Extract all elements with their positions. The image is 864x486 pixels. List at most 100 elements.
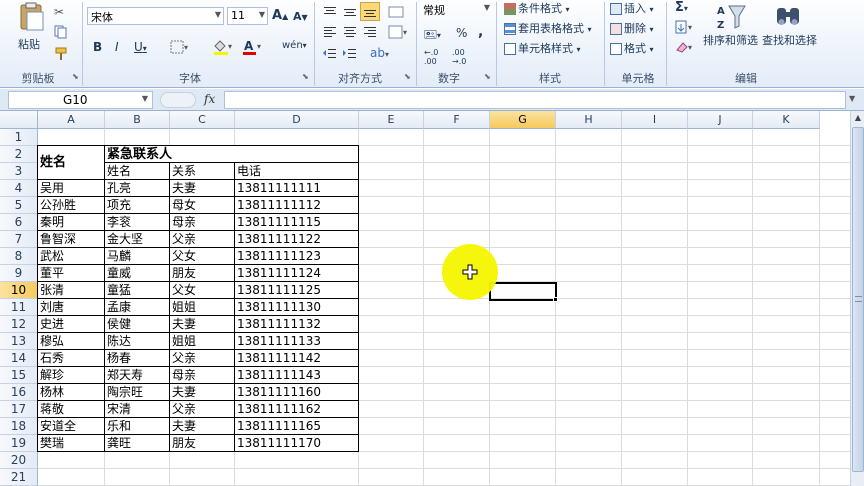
cell-b10[interactable]: 童猛 <box>105 282 169 299</box>
row-header-17[interactable]: 17 <box>0 401 38 418</box>
cell-b12[interactable]: 侯健 <box>105 316 169 333</box>
cell-d18[interactable]: 13811111165 <box>235 418 358 435</box>
align-center-icon[interactable] <box>342 25 358 39</box>
cell-a12[interactable]: 史进 <box>38 316 104 333</box>
cell-d17[interactable]: 13811111162 <box>235 401 358 418</box>
column-header-g[interactable]: G <box>490 111 556 129</box>
cell-c19[interactable]: 朋友 <box>170 435 234 452</box>
cell-c11[interactable]: 姐姐 <box>170 299 234 316</box>
cell-a4[interactable]: 吴用 <box>38 180 104 197</box>
cell-c7[interactable]: 父亲 <box>170 231 234 248</box>
cell-c4[interactable]: 夫妻 <box>170 180 234 197</box>
column-header-a[interactable]: A <box>38 111 105 129</box>
increase-decimal-icon[interactable]: ←.0.00 <box>424 48 438 66</box>
column-header-e[interactable]: E <box>359 111 424 129</box>
format-painter-icon[interactable] <box>54 47 68 61</box>
fill-icon[interactable]: ▾ <box>675 20 693 34</box>
column-header-h[interactable]: H <box>556 111 622 129</box>
cell-d19[interactable]: 13811111170 <box>235 435 358 452</box>
cell-c13[interactable]: 姐姐 <box>170 333 234 350</box>
cell-c9[interactable]: 朋友 <box>170 265 234 282</box>
row-header-4[interactable]: 4 <box>0 180 38 197</box>
cell-b19[interactable]: 龚旺 <box>105 435 169 452</box>
cell-d7[interactable]: 13811111122 <box>235 231 358 248</box>
cell-a11[interactable]: 刘唐 <box>38 299 104 316</box>
align-left-icon[interactable] <box>322 25 338 39</box>
cell-d8[interactable]: 13811111123 <box>235 248 358 265</box>
shrink-font-icon[interactable]: A▼ <box>293 10 308 23</box>
cell-c18[interactable]: 夫妻 <box>170 418 234 435</box>
cell-styles-button[interactable]: 单元格样式 ▾ <box>504 40 581 56</box>
cell-a19[interactable]: 樊瑞 <box>38 435 104 452</box>
cell-d10[interactable]: 13811111125 <box>235 282 358 299</box>
currency-icon[interactable]: 🖭▾ <box>424 26 441 45</box>
paste-button[interactable]: 粘贴 <box>14 2 50 64</box>
cell-b16[interactable]: 陶宗旺 <box>105 384 169 401</box>
row-header-20[interactable]: 20 <box>0 452 38 469</box>
bold-icon[interactable]: B <box>93 40 102 54</box>
conditional-formatting-button[interactable]: 条件格式 ▾ <box>504 0 570 16</box>
row-header-12[interactable]: 12 <box>0 316 38 333</box>
align-right-icon[interactable] <box>362 25 378 39</box>
cell-b15[interactable]: 郑天寿 <box>105 367 169 384</box>
decrease-indent-icon[interactable] <box>322 47 338 61</box>
clear-icon[interactable]: ▾ <box>675 40 693 54</box>
cell-b7[interactable]: 金大坚 <box>105 231 169 248</box>
column-header-k[interactable]: K <box>753 111 820 129</box>
cell-a17[interactable]: 蒋敬 <box>38 401 104 418</box>
format-as-table-button[interactable]: 套用表格格式 ▾ <box>504 20 592 36</box>
cell-a15[interactable]: 解珍 <box>38 367 104 384</box>
font-color-icon[interactable]: A ▾ <box>242 38 262 56</box>
column-header-b[interactable]: B <box>105 111 170 129</box>
cell-c14[interactable]: 父亲 <box>170 350 234 367</box>
column-header-d[interactable]: D <box>235 111 359 129</box>
number-format-select[interactable]: 常规 ▼ <box>420 1 492 19</box>
sort-filter-button[interactable]: AZ 排序和筛选 <box>703 0 761 62</box>
insert-function-icon[interactable]: fx <box>204 92 215 106</box>
cell-b13[interactable]: 陈达 <box>105 333 169 350</box>
cell-c17[interactable]: 父亲 <box>170 401 234 418</box>
cell-d13[interactable]: 13811111133 <box>235 333 358 350</box>
cell-b5[interactable]: 项充 <box>105 197 169 214</box>
row-header-2[interactable]: 2 <box>0 146 38 163</box>
cell-a7[interactable]: 鲁智深 <box>38 231 104 248</box>
column-header-i[interactable]: I <box>622 111 688 129</box>
cut-icon[interactable]: ✂ <box>54 5 68 19</box>
cell-d14[interactable]: 13811111142 <box>235 350 358 367</box>
cell-a6[interactable]: 秦明 <box>38 214 104 231</box>
cell-d11[interactable]: 13811111130 <box>235 299 358 316</box>
cell-c5[interactable]: 母女 <box>170 197 234 214</box>
cell-b14[interactable]: 杨春 <box>105 350 169 367</box>
cell-c6[interactable]: 母亲 <box>170 214 234 231</box>
cell-c15[interactable]: 母亲 <box>170 367 234 384</box>
row-header-8[interactable]: 8 <box>0 248 38 265</box>
merge-center-icon[interactable]: ▾ <box>388 25 408 39</box>
formula-input[interactable] <box>224 91 846 109</box>
cell-b9[interactable]: 童威 <box>105 265 169 282</box>
cell-c3[interactable]: 关系 <box>170 163 234 180</box>
percent-icon[interactable]: % <box>456 26 467 40</box>
row-header-1[interactable]: 1 <box>0 129 38 146</box>
row-header-16[interactable]: 16 <box>0 384 38 401</box>
row-header-11[interactable]: 11 <box>0 299 38 316</box>
cell-b17[interactable]: 宋清 <box>105 401 169 418</box>
fill-handle[interactable] <box>553 297 558 302</box>
cell-c8[interactable]: 父女 <box>170 248 234 265</box>
font-launcher-icon[interactable]: ⬊ <box>302 72 309 81</box>
cell-a18[interactable]: 安道全 <box>38 418 104 435</box>
cell-a10[interactable]: 张清 <box>38 282 104 299</box>
underline-icon[interactable]: U▾ <box>134 40 147 54</box>
cell-a8[interactable]: 武松 <box>38 248 104 265</box>
insert-button[interactable]: 插入 ▾ <box>610 0 654 16</box>
font-name-select[interactable]: 宋体 ▼ <box>87 7 224 25</box>
row-header-5[interactable]: 5 <box>0 197 38 214</box>
expand-formula-icon[interactable]: ▼ <box>849 94 855 103</box>
cell-b3[interactable]: 姓名 <box>105 163 169 180</box>
cell-b11[interactable]: 孟康 <box>105 299 169 316</box>
cell-d12[interactable]: 13811111132 <box>235 316 358 333</box>
cell-b4[interactable]: 孔亮 <box>105 180 169 197</box>
scroll-up-icon[interactable]: ▲ <box>852 113 864 125</box>
alignment-launcher-icon[interactable]: ⬊ <box>404 72 411 81</box>
row-header-13[interactable]: 13 <box>0 333 38 350</box>
cell-a13[interactable]: 穆弘 <box>38 333 104 350</box>
